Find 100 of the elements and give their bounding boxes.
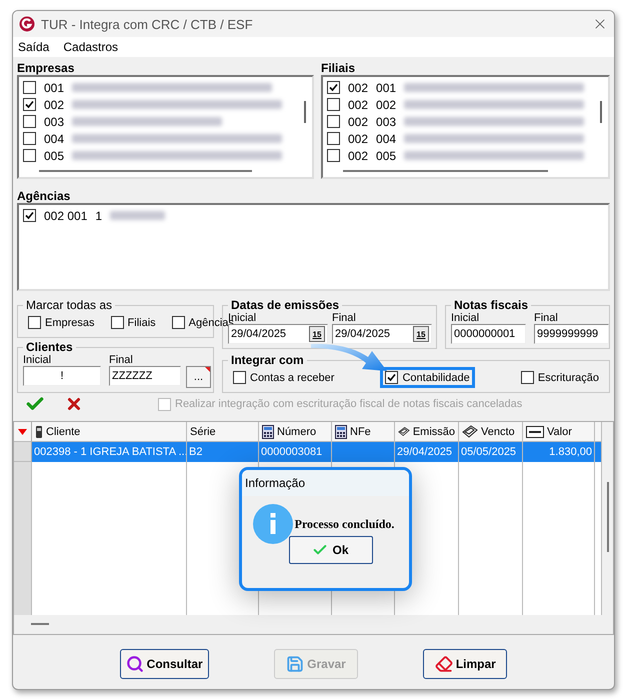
list-item[interactable]: 003 — [44, 114, 64, 128]
list-item[interactable]: 1 — [95, 208, 102, 222]
lookup-button[interactable]: ... — [186, 366, 211, 388]
scrollbar[interactable] — [304, 101, 306, 123]
list-item[interactable]: 001 — [376, 80, 396, 94]
input-field[interactable]: ZZZZZZ — [109, 366, 181, 386]
checkbox-label[interactable]: Contas a receber — [250, 372, 334, 384]
list-item[interactable]: 002 — [348, 80, 368, 94]
checkbox[interactable] — [23, 81, 36, 94]
column-header[interactable]: NFe — [332, 422, 395, 442]
action-button[interactable]: Limpar — [423, 649, 508, 679]
calendar-button[interactable]: 15 — [413, 326, 429, 342]
group-title: Marcar todas as — [25, 298, 114, 312]
checkbox[interactable] — [23, 98, 36, 111]
scrollbar[interactable] — [31, 623, 49, 625]
list-item[interactable]: 002 — [348, 98, 368, 112]
group-title: Integrar com — [230, 353, 305, 367]
checkbox[interactable] — [327, 115, 340, 128]
checkbox-label[interactable]: Filiais — [128, 316, 156, 328]
checkbox[interactable] — [23, 149, 36, 162]
banknotes-icon — [398, 425, 410, 438]
checkbox-label[interactable]: Empresas — [45, 316, 95, 328]
group-title: Notas fiscais — [453, 298, 530, 312]
checkbox[interactable] — [23, 115, 36, 128]
checkbox-label[interactable]: Escrituração — [538, 372, 599, 384]
field-label: Final — [534, 312, 559, 324]
action-button[interactable]: Consultar — [120, 649, 209, 679]
checkbox[interactable] — [327, 81, 340, 94]
table-cell: 29/04/2025 — [395, 442, 459, 462]
checkbox[interactable] — [110, 316, 124, 329]
checkbox[interactable] — [327, 149, 340, 162]
checkbox[interactable] — [233, 371, 246, 384]
list-item[interactable]: 003 — [376, 114, 396, 128]
ok-button[interactable]: Ok — [288, 536, 372, 564]
table-cell: 0000003081 — [259, 442, 332, 462]
list-item[interactable]: 002 — [348, 114, 368, 128]
column-header[interactable]: Vencto — [459, 422, 523, 442]
list-item[interactable]: 004 — [44, 132, 64, 146]
date-field[interactable]: 29/04/2025 15 — [332, 324, 432, 344]
group-title: Datas de emissões — [230, 298, 340, 312]
list-item[interactable]: 002 — [44, 98, 64, 112]
checkbox[interactable] — [385, 371, 398, 384]
scrollbar[interactable] — [39, 170, 252, 172]
list-item[interactable]: 002 — [348, 148, 368, 162]
sort-icon[interactable] — [18, 428, 27, 434]
input-field[interactable]: ! — [23, 366, 101, 386]
table-cell: 05/05/2025 — [459, 442, 523, 462]
app-logo-icon — [19, 16, 35, 32]
list-item[interactable]: 002 — [376, 98, 396, 112]
search-icon — [126, 655, 144, 673]
cancel-button[interactable] — [65, 395, 83, 413]
field-label: Inicial — [23, 354, 52, 366]
dialog-title: Informação — [242, 470, 409, 496]
input-field[interactable]: 0000000001 — [451, 324, 526, 344]
table-cell: B2 — [187, 442, 259, 462]
checkbox-label[interactable]: Contabilidade — [402, 372, 470, 384]
list-item[interactable]: 004 — [376, 132, 396, 146]
checkbox[interactable] — [28, 316, 41, 329]
scrollbar[interactable] — [343, 170, 548, 172]
menu-item[interactable]: Saída — [18, 40, 50, 54]
date-field[interactable]: 29/04/2025 15 — [228, 324, 328, 344]
list-item[interactable]: 005 — [376, 148, 396, 162]
table-cell — [332, 442, 395, 462]
input-field[interactable]: 9999999999 — [534, 324, 609, 344]
column-header[interactable]: Série — [187, 422, 259, 442]
window-title: TUR - Integra com CRC / CTB / ESF — [41, 16, 254, 32]
column-header[interactable]: Cliente — [32, 422, 187, 442]
calculator-icon — [262, 424, 274, 438]
column-header[interactable]: Número — [259, 422, 332, 442]
calendar-button[interactable]: 15 — [309, 326, 325, 342]
checkbox[interactable] — [172, 316, 185, 329]
field-label: Final — [332, 312, 357, 324]
eraser-icon — [434, 655, 453, 673]
table-cell — [595, 442, 602, 462]
dialog-message: Processo concluído. — [294, 516, 394, 532]
section-label: Empresas — [17, 61, 76, 75]
column-header[interactable]: Valor — [523, 422, 595, 442]
checkbox[interactable] — [23, 132, 36, 145]
section-label: Filiais — [321, 61, 356, 75]
blurred-text — [110, 211, 166, 220]
menu-item[interactable]: Cadastros — [63, 40, 118, 54]
checkbox[interactable] — [520, 371, 534, 384]
column-header[interactable]: Emissão — [395, 422, 459, 442]
checkbox[interactable] — [327, 132, 340, 145]
checkbox[interactable] — [327, 98, 340, 111]
group-title: Clientes — [25, 340, 74, 354]
checkbox[interactable] — [23, 209, 36, 222]
scrollbar[interactable] — [600, 101, 602, 123]
table-cell: 1.830,00 — [523, 442, 595, 462]
field-label: Inicial — [451, 312, 480, 324]
list-item[interactable]: 002 — [348, 132, 368, 146]
field-label: Final — [109, 354, 134, 366]
card-icon — [526, 426, 544, 438]
list-item[interactable]: 002 001 — [44, 208, 88, 222]
scrollbar[interactable] — [606, 482, 608, 552]
list-item[interactable]: 001 — [44, 80, 64, 94]
list-item[interactable]: 005 — [44, 148, 64, 162]
info-icon — [252, 504, 293, 544]
calculator-icon — [335, 424, 347, 438]
section-label: Agências — [17, 189, 72, 203]
